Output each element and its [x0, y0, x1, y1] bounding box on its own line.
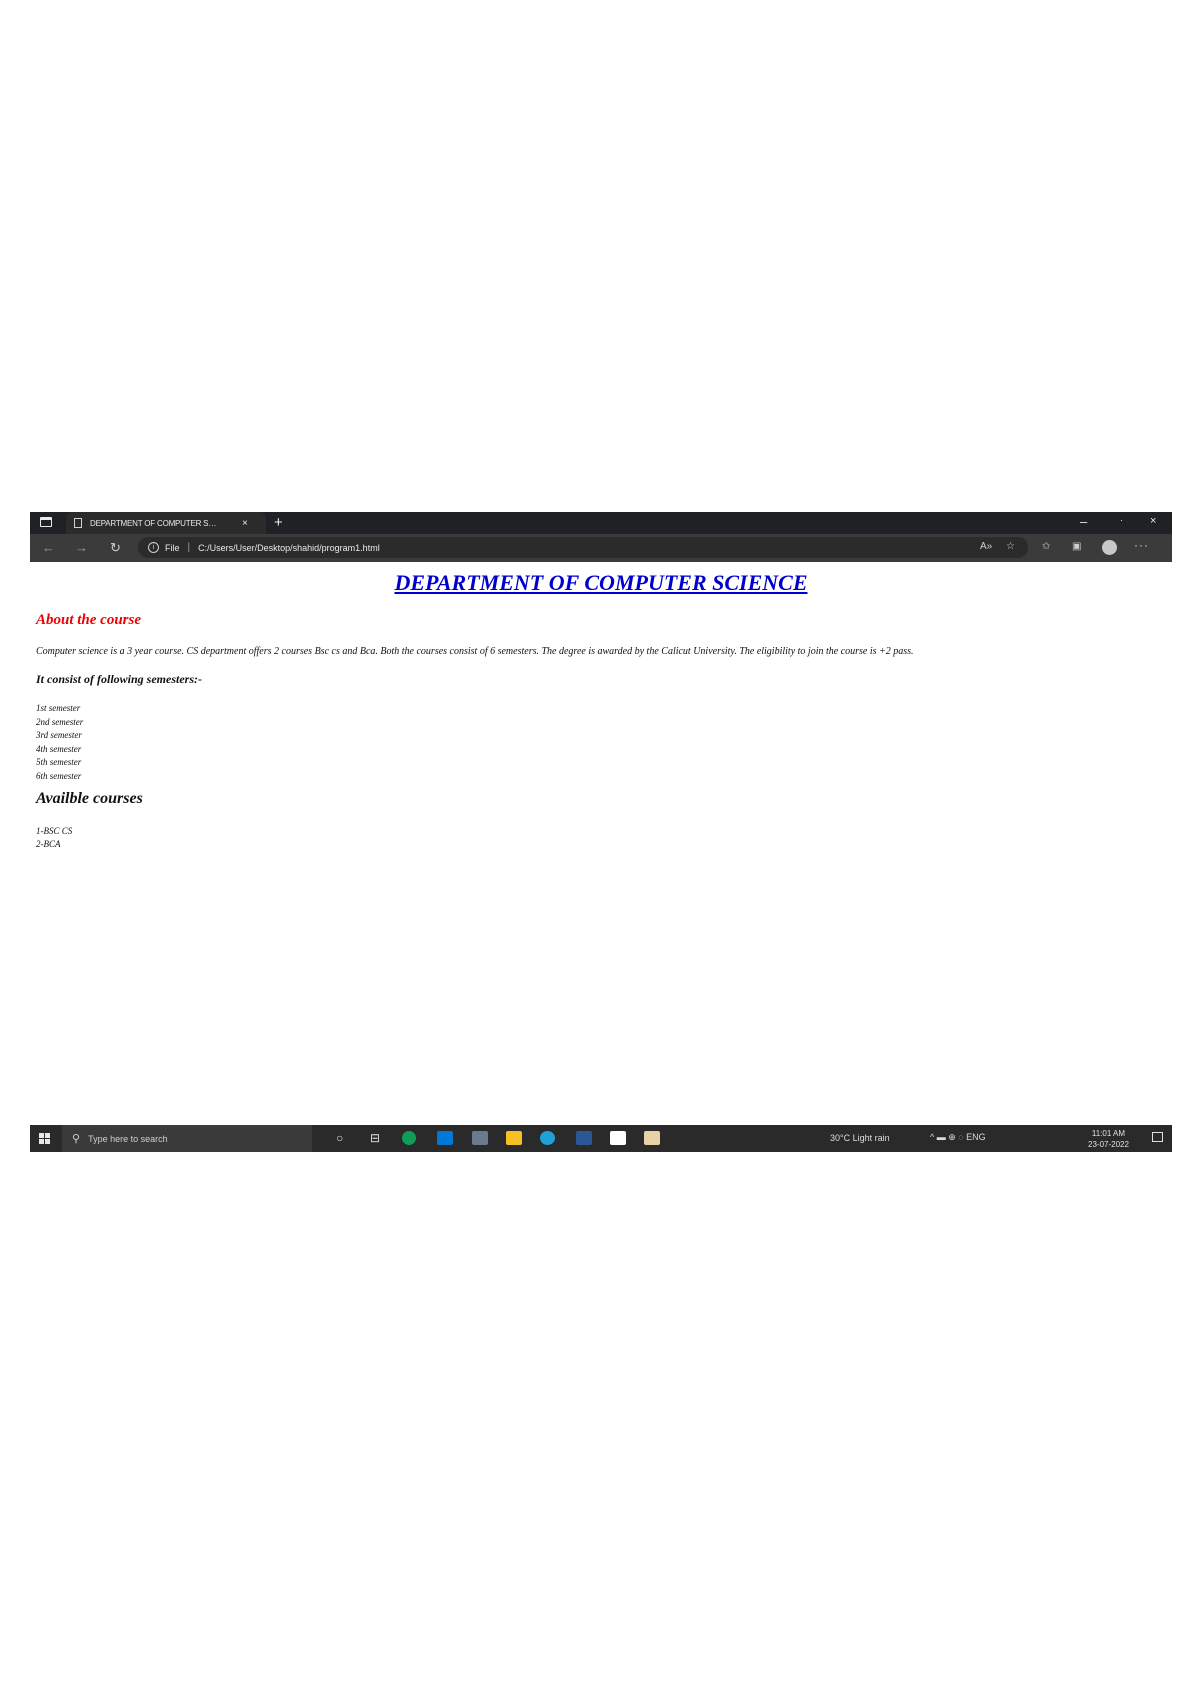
tab-close-icon[interactable]: × [242, 518, 248, 529]
taskbar: ⚲ Type here to search ○ ⊟ 30°C Light rai… [30, 1125, 1172, 1152]
address-bar: ← → ↻ i File | C:/Users/User/Desktop/sha… [30, 534, 1172, 562]
system-tray[interactable]: ^ ▬ ⊕ ◌ ENG [930, 1132, 986, 1143]
list-item: 5th semester [36, 757, 82, 767]
edge-icon[interactable] [540, 1131, 555, 1145]
search-icon: ⚲ [72, 1133, 81, 1145]
list-item: 2nd semester [36, 716, 84, 727]
search-placeholder: Type here to search [88, 1133, 168, 1144]
minimize-icon[interactable]: – [1080, 514, 1087, 529]
profile-icon[interactable] [1102, 540, 1117, 555]
tab-actions-icon[interactable] [40, 517, 52, 527]
notification-icon[interactable] [1152, 1132, 1163, 1142]
page-content: DEPARTMENT OF COMPUTER SCIENCE About the… [30, 562, 1172, 1102]
courses-heading: Availble courses [36, 790, 143, 807]
list-item: 4th semester [36, 743, 82, 754]
store-icon[interactable] [610, 1131, 626, 1145]
new-tab-icon[interactable]: + [274, 514, 283, 531]
list-item: 1st semester [36, 703, 81, 713]
clock[interactable]: 11:01 AM 23-07-2022 [1088, 1128, 1129, 1150]
course-list: 1-BSC CS 2-BCA [36, 825, 72, 851]
cortana-icon[interactable]: ○ [336, 1131, 343, 1145]
list-item: 6th semester [36, 770, 82, 781]
file-label: File [165, 542, 180, 553]
chrome-icon[interactable] [402, 1131, 416, 1145]
file-explorer-icon[interactable] [506, 1131, 522, 1145]
forward-icon[interactable]: → [75, 540, 88, 555]
url-field[interactable]: i File | C:/Users/User/Desktop/shahid/pr… [138, 537, 1028, 558]
paint-icon[interactable] [644, 1131, 660, 1145]
maximize-icon[interactable]: · [1120, 515, 1123, 525]
task-view-icon[interactable]: ⊟ [370, 1131, 380, 1145]
url-text[interactable]: C:/Users/User/Desktop/shahid/program1.ht… [198, 543, 380, 553]
about-heading: About the course [36, 612, 142, 628]
refresh-icon[interactable]: ↻ [110, 540, 121, 556]
close-icon[interactable]: × [1150, 515, 1156, 527]
semesters-heading: It consist of following semesters:- [36, 672, 203, 686]
course-description: Computer science is a 3 year course. CS … [36, 646, 914, 657]
page-title: DEPARTMENT OF COMPUTER SCIENCE [394, 570, 808, 595]
word-icon[interactable] [576, 1131, 592, 1145]
back-icon[interactable]: ← [42, 540, 55, 555]
windows-start-icon[interactable] [39, 1133, 51, 1145]
favorites-icon[interactable]: ✩ [1042, 541, 1050, 552]
clock-time: 11:01 AM [1091, 1129, 1126, 1138]
list-item: 2-BCA [36, 839, 61, 849]
favorite-icon[interactable]: ☆ [1006, 541, 1015, 552]
list-item: 1-BSC CS [36, 826, 73, 836]
app-icon[interactable] [472, 1131, 488, 1145]
weather-widget[interactable]: 30°C Light rain [830, 1133, 890, 1143]
active-tab[interactable]: DEPARTMENT OF COMPUTER S… × [66, 512, 266, 534]
read-aloud-icon[interactable]: A» [980, 541, 992, 552]
clock-date: 23-07-2022 [1088, 1140, 1129, 1149]
semester-list: 1st semester 2nd semester 3rd semester 4… [36, 702, 83, 783]
more-icon[interactable]: ··· [1134, 538, 1149, 552]
separator: | [187, 542, 191, 553]
taskbar-search-input[interactable]: ⚲ Type here to search [62, 1125, 312, 1152]
tab-title: DEPARTMENT OF COMPUTER S… [90, 518, 217, 528]
tab-bar: DEPARTMENT OF COMPUTER S… × + – · × [30, 512, 1172, 534]
list-item: 3rd semester [36, 730, 82, 740]
page-icon [74, 518, 82, 528]
info-icon[interactable]: i [148, 542, 159, 553]
browser-screenshot: DEPARTMENT OF COMPUTER S… × + – · × ← → … [30, 512, 1172, 1152]
mail-icon[interactable] [437, 1131, 453, 1145]
collections-icon[interactable]: ▣ [1072, 541, 1081, 552]
